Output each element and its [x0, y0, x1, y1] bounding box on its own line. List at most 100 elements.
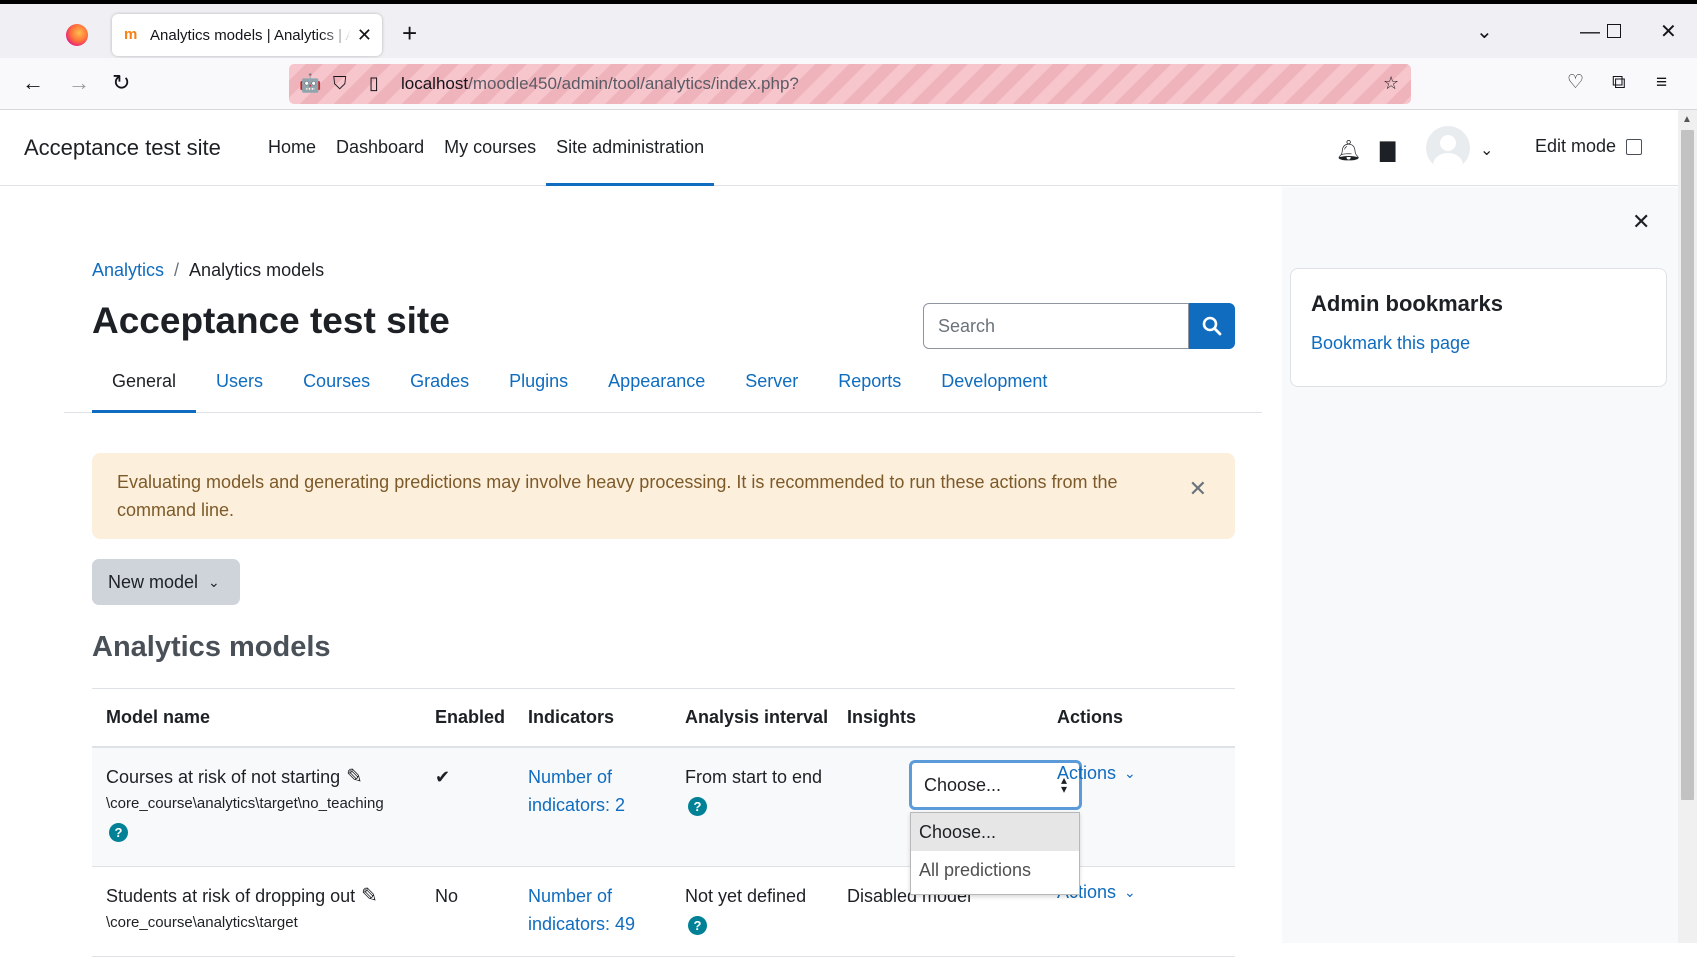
enabled-checkmark-icon: ✔ [435, 767, 451, 787]
secondary-navigation: General Users Courses Grades Plugins App… [64, 359, 1262, 413]
table-row: Courses at risk of not starting ✎ \core_c… [92, 748, 1235, 895]
user-menu-chevron-icon[interactable]: ⌄ [1480, 140, 1493, 160]
edit-pencil-icon[interactable]: ✎ [346, 763, 363, 791]
page-title: Acceptance test site [92, 300, 450, 341]
tab-users[interactable]: Users [196, 359, 283, 413]
actions-menu[interactable]: Actions ⌄ [1057, 763, 1136, 784]
back-arrow-icon[interactable]: ← [22, 72, 44, 94]
tab-close-icon[interactable]: ✕ [357, 25, 372, 46]
maximize-icon[interactable] [1607, 24, 1621, 38]
help-icon[interactable]: ? [688, 916, 707, 935]
chevron-down-icon: ⌄ [1124, 765, 1136, 781]
tab-development[interactable]: Development [921, 359, 1067, 413]
tab-title: Analytics models | Analytics | Acceptanc… [150, 26, 351, 44]
shield-icon[interactable]: ⛉ [333, 73, 347, 94]
option-choose[interactable]: Choose... [911, 813, 1079, 851]
col-analysis-interval: Analysis interval [685, 707, 829, 727]
reload-icon[interactable]: ↻ [112, 72, 130, 94]
indicators-line-2: indicators: 2 [528, 795, 626, 815]
drawer-close-icon[interactable]: ✕ [1632, 209, 1650, 235]
moodle-favicon-icon: m [124, 26, 138, 43]
breadcrumb-current: Analytics models [189, 260, 325, 280]
notifications-bell-icon[interactable]: 🔔︎ [1336, 138, 1361, 163]
alert-close-icon[interactable]: ✕ [1189, 475, 1207, 503]
models-table: Model name Enabled Indicators Analysis i… [92, 688, 1235, 957]
indicators-link[interactable]: Number of indicators: 2 [528, 763, 625, 819]
model-name: Courses at risk of not starting [106, 767, 341, 787]
tab-plugins[interactable]: Plugins [489, 359, 588, 413]
analysis-interval: Not yet defined [685, 886, 807, 906]
robot-icon: 🤖 [299, 73, 322, 93]
tab-list-chevron-icon[interactable]: ⌄ [1476, 22, 1493, 42]
indicators-link[interactable]: Number of indicators: 49 [528, 882, 635, 938]
address-bar[interactable]: 🤖 ⛉ ▯ localhost/moodle450/admin/tool/ana… [289, 64, 1411, 104]
tab-grades[interactable]: Grades [390, 359, 489, 413]
scrollbar-thumb[interactable] [1681, 130, 1694, 800]
user-avatar[interactable] [1426, 126, 1470, 170]
messages-icon[interactable]: ▇ [1380, 138, 1395, 163]
insights-selected-value: Choose... [924, 774, 1002, 795]
table-header: Model name Enabled Indicators Analysis i… [92, 688, 1235, 748]
new-model-button[interactable]: New model ⌄ [92, 559, 240, 605]
chevron-down-icon: ⌄ [1124, 884, 1136, 900]
window-close-icon[interactable]: ✕ [1660, 22, 1677, 42]
warning-alert: Evaluating models and generating predict… [92, 453, 1235, 539]
col-model-name: Model name [106, 707, 211, 727]
edit-pencil-icon[interactable]: ✎ [361, 882, 378, 910]
scroll-up-icon[interactable]: ▲ [1682, 114, 1692, 125]
breadcrumb-separator: / [174, 260, 180, 280]
forward-arrow-icon[interactable]: → [68, 72, 90, 94]
actions-label: Actions [1057, 763, 1117, 783]
tab-courses[interactable]: Courses [283, 359, 390, 413]
bookmark-star-icon[interactable]: ☆ [1383, 73, 1399, 94]
tab-reports[interactable]: Reports [818, 359, 921, 413]
col-indicators: Indicators [528, 707, 615, 727]
breadcrumb-analytics-link[interactable]: Analytics [92, 260, 164, 281]
url-text[interactable]: localhost/moodle450/admin/tool/analytics… [401, 74, 799, 94]
search-button[interactable] [1189, 303, 1235, 349]
minimize-icon[interactable]: — [1580, 22, 1600, 42]
model-name-cell: Students at risk of dropping out ✎ [106, 882, 378, 910]
page-scrollbar[interactable]: ▲ [1678, 110, 1697, 943]
browser-toolbar: ← → ↻ 🤖 ⛉ ▯ localhost/moodle450/admin/to… [0, 58, 1697, 110]
edit-mode-checkbox[interactable] [1626, 138, 1643, 155]
indicators-line-2: indicators: 49 [528, 914, 636, 934]
edit-mode-label: Edit mode [1535, 136, 1617, 156]
col-actions: Actions [1057, 707, 1124, 727]
analysis-interval: From start to end [685, 767, 823, 787]
enabled-value: No [435, 886, 459, 906]
admin-search [923, 303, 1235, 349]
tab-general[interactable]: General [92, 359, 197, 413]
bookmark-this-page-link[interactable]: Bookmark this page [1311, 333, 1646, 354]
col-enabled: Enabled [435, 707, 506, 727]
model-target: \core_course\analytics\target\no_teachin… [106, 795, 384, 812]
help-icon[interactable]: ? [109, 823, 128, 842]
page-info-icon[interactable]: ▯ [369, 73, 379, 94]
model-target: \core_course\analytics\target [106, 914, 298, 931]
pocket-icon[interactable]: ♡ [1567, 72, 1584, 94]
section-title: Analytics models [92, 631, 331, 663]
option-all-predictions[interactable]: All predictions [911, 851, 1079, 889]
new-tab-icon[interactable]: + [402, 20, 417, 46]
nav-site-administration[interactable]: Site administration [546, 110, 715, 186]
edit-mode-toggle[interactable]: Edit mode [1535, 136, 1643, 157]
browser-tab[interactable]: m Analytics models | Analytics | Accepta… [112, 14, 382, 56]
admin-bookmarks-block: Admin bookmarks Bookmark this page [1290, 268, 1667, 387]
indicators-line-1: Number of [528, 886, 613, 906]
site-name[interactable]: Acceptance test site [24, 135, 221, 161]
nav-dashboard[interactable]: Dashboard [326, 110, 434, 186]
menu-icon[interactable]: ≡ [1656, 72, 1667, 94]
nav-my-courses[interactable]: My courses [434, 110, 546, 186]
extensions-icon[interactable]: ⧉ [1612, 72, 1626, 94]
new-model-label: New model [108, 571, 199, 592]
model-name-cell: Courses at risk of not starting ✎ [106, 763, 363, 791]
block-title: Admin bookmarks [1311, 291, 1503, 316]
breadcrumb: Analytics / Analytics models [92, 260, 324, 281]
help-icon[interactable]: ? [688, 797, 707, 816]
tab-server[interactable]: Server [725, 359, 818, 413]
search-input[interactable] [923, 303, 1189, 349]
tab-appearance[interactable]: Appearance [588, 359, 725, 413]
insights-dropdown: Choose... All predictions [910, 812, 1080, 895]
alert-message: Evaluating models and generating predict… [117, 472, 1118, 520]
nav-home[interactable]: Home [258, 110, 326, 186]
